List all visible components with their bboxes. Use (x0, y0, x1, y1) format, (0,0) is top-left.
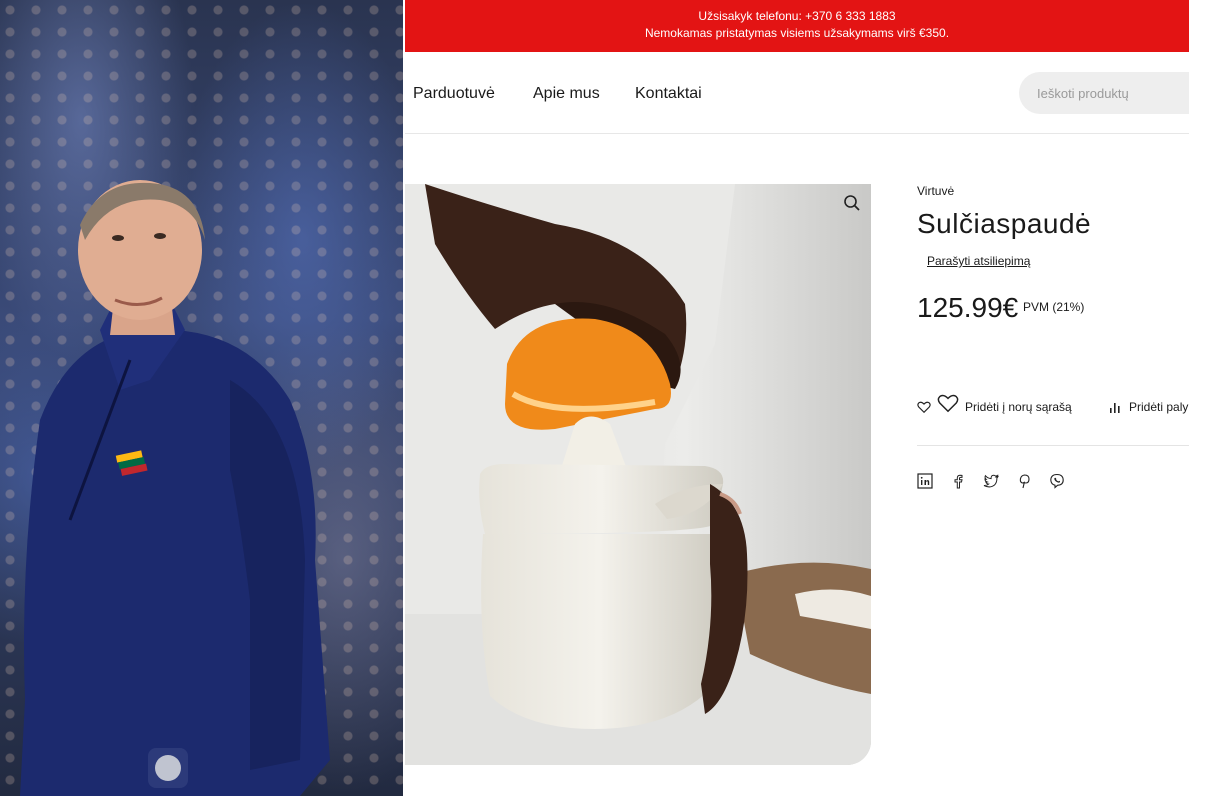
zoom-button[interactable] (833, 184, 871, 222)
write-review-link[interactable]: Parašyti atsiliepimą (927, 254, 1030, 268)
promo-shipping: Nemokamas pristatymas visiems užsakymams… (644, 26, 950, 40)
product-title: Sulčiaspaudė (917, 208, 1092, 239)
linkedin-icon[interactable] (917, 473, 933, 489)
product-price: 125.99€ (917, 292, 1019, 323)
product-category[interactable]: Virtuvė (917, 184, 954, 198)
section-divider (917, 445, 1189, 446)
heart-icon (917, 401, 931, 414)
product-actions: Pridėti į norų sąrašą Pridėti paly (917, 392, 1189, 422)
add-to-compare-button[interactable]: Pridėti paly (1109, 400, 1188, 414)
coach-figure (20, 180, 330, 796)
coach-photo (0, 0, 403, 796)
pinterest-icon[interactable] (1016, 473, 1032, 489)
vat-note: PVM (21%) (1023, 300, 1085, 314)
nav-item-shop[interactable]: Parduotuvė (413, 85, 495, 103)
nav-item-contacts[interactable]: Kontaktai (635, 85, 702, 103)
twitter-icon[interactable] (983, 473, 999, 489)
search-input[interactable] (1019, 72, 1189, 114)
juicer-photo (405, 184, 871, 765)
main-nav: Parduotuvė Apie mus Kontaktai (405, 52, 1189, 134)
promo-bar: Užsisakyk telefonu: +370 6 333 1883 Nemo… (405, 0, 1189, 52)
compare-label: Pridėti paly (1129, 400, 1189, 414)
viber-icon[interactable] (1049, 473, 1065, 489)
heart-outline-icon (937, 394, 959, 413)
promo-phone: Užsisakyk telefonu: +370 6 333 1883 (698, 9, 896, 23)
wishlist-label: Pridėti į norų sąrašą (965, 400, 1072, 414)
share-icons (917, 473, 1065, 489)
product-image[interactable] (405, 184, 871, 765)
facebook-icon[interactable] (950, 473, 966, 489)
magnifier-icon (844, 195, 860, 211)
viewport-edge (1189, 0, 1222, 796)
bar-chart-icon (1110, 403, 1120, 413)
add-to-wishlist-button[interactable]: Pridėti į norų sąrašą (917, 392, 1072, 414)
nav-item-about[interactable]: Apie mus (533, 85, 600, 103)
